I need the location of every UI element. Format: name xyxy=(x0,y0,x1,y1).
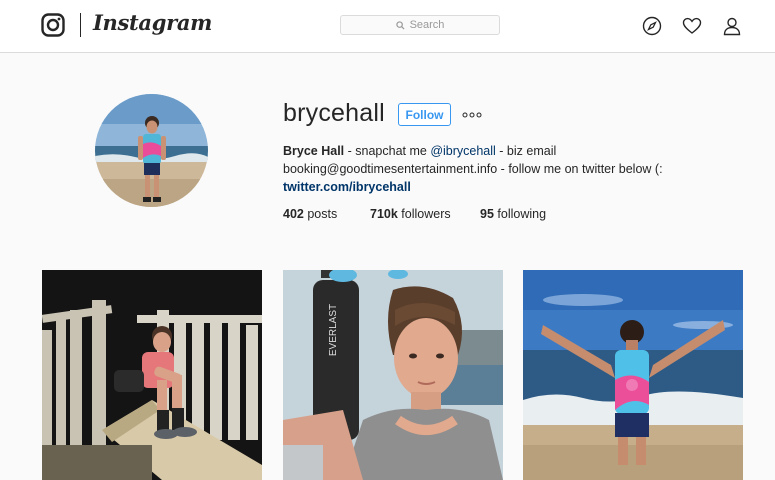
more-options-icon[interactable] xyxy=(462,109,482,121)
search-input[interactable] xyxy=(341,16,499,34)
instagram-camera-icon[interactable] xyxy=(41,13,65,37)
following-count-stat[interactable]: 95 following xyxy=(480,207,546,221)
bio-mention-link[interactable]: @ibrycehall xyxy=(430,144,496,158)
profile-user-icon[interactable] xyxy=(722,16,742,36)
followers-count-stat[interactable]: 710k followers xyxy=(370,207,451,221)
follow-button[interactable]: Follow xyxy=(398,103,451,126)
activity-heart-icon[interactable] xyxy=(682,16,702,36)
nav-divider xyxy=(80,13,81,37)
explore-compass-icon[interactable] xyxy=(642,16,662,36)
svg-text:EVERLAST: EVERLAST xyxy=(328,304,339,356)
bio-text-1: - snapchat me xyxy=(344,144,431,158)
posts-count-stat: 402 posts xyxy=(283,207,338,221)
external-link[interactable]: twitter.com/ibrycehall xyxy=(283,178,723,196)
profile-avatar xyxy=(95,94,208,207)
profile-bio: Bryce Hall - snapchat me @ibrycehall - b… xyxy=(283,142,723,196)
post-thumbnail[interactable]: EVERLAST xyxy=(283,270,503,480)
instagram-wordmark-logo[interactable]: Instagram xyxy=(93,10,212,35)
profile-username: brycehall xyxy=(283,99,385,127)
post-thumbnail[interactable] xyxy=(523,270,743,480)
post-thumbnail[interactable] xyxy=(42,270,262,480)
top-navigation-bar: Instagram xyxy=(0,0,775,53)
profile-full-name: Bryce Hall xyxy=(283,144,345,158)
search-box[interactable] xyxy=(340,15,500,35)
